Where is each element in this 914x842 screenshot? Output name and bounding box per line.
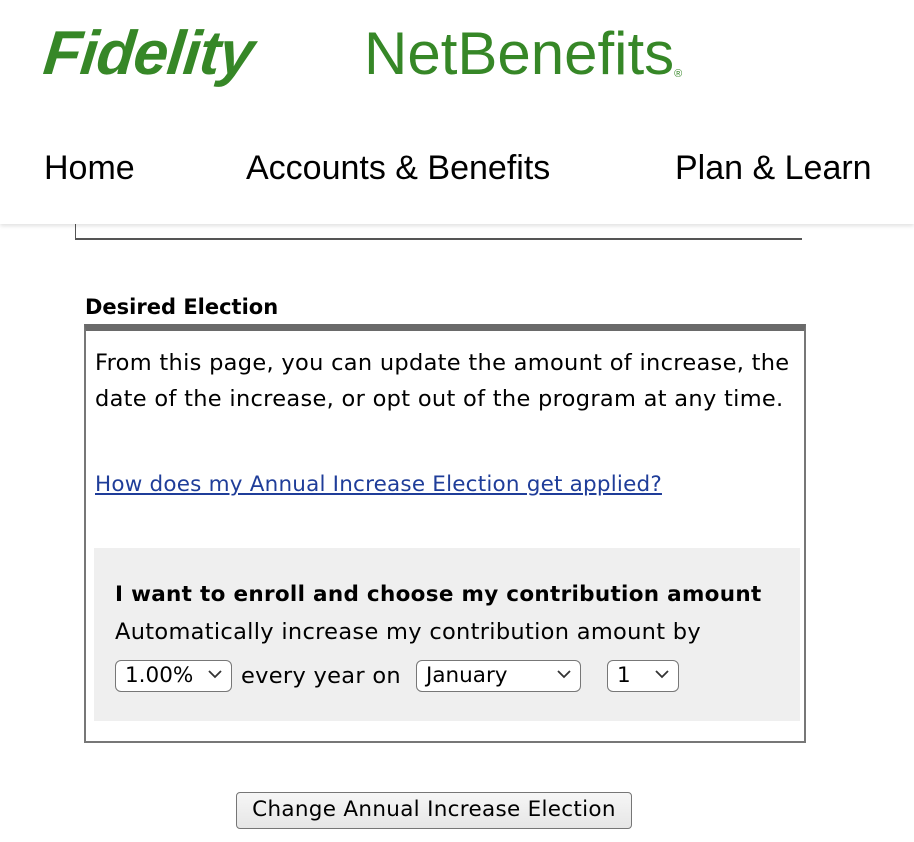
nav-accounts-benefits[interactable]: Accounts & Benefits [246,148,550,188]
nav-plan-learn[interactable]: Plan & Learn [675,148,872,188]
site-header: Fidelity NetBenefits® Home Accounts & Be… [0,0,914,224]
election-box: From this page, you can update the amoun… [84,324,806,743]
intro-text: From this page, you can update the amoun… [95,350,790,412]
increase-amount-value: 1.00% [125,663,194,688]
netbenefits-logo-text: NetBenefits [364,20,675,87]
every-year-label: every year on [241,663,401,689]
chevron-down-icon [655,670,669,679]
chevron-down-icon [557,670,571,679]
chevron-down-icon [208,670,222,679]
enroll-description: Automatically increase my contribution a… [115,619,701,645]
day-select[interactable]: 1 [607,660,679,692]
increase-amount-select[interactable]: 1.00% [115,660,232,692]
help-link[interactable]: How does my Annual Increase Election get… [95,471,662,499]
enroll-heading: I want to enroll and choose my contribut… [115,582,762,607]
month-select[interactable]: January [416,660,581,692]
month-value: January [426,663,508,688]
section-title: Desired Election [85,295,279,319]
enroll-panel: I want to enroll and choose my contribut… [94,548,800,721]
nav-home[interactable]: Home [44,148,135,188]
netbenefits-logo[interactable]: NetBenefits® [364,16,682,92]
fidelity-logo[interactable]: Fidelity [40,16,257,92]
registered-mark: ® [674,68,683,80]
main-nav: Home Accounts & Benefits Plan & Learn [0,148,914,192]
change-annual-increase-button[interactable]: Change Annual Increase Election [236,792,632,829]
day-value: 1 [617,663,631,688]
